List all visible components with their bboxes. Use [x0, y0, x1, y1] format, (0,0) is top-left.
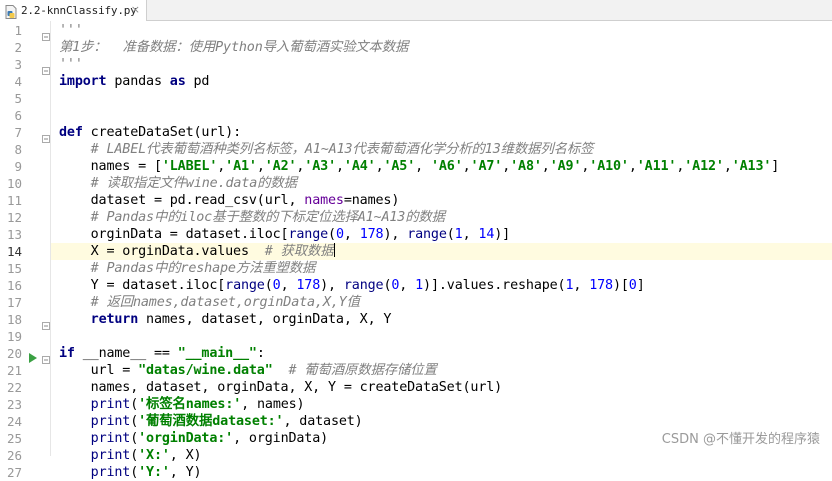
code-line-text: # 读取指定文件wine.data的数据 — [90, 176, 297, 191]
line-number: 3 — [14, 57, 22, 72]
line-number: 12 — [6, 210, 22, 225]
code-line[interactable]: dataset = pd.read_csv(url, names=names) — [51, 192, 832, 209]
code-line-text: # 返回names,dataset,orginData,X,Y值 — [90, 295, 360, 310]
code-line-text: names, dataset, orginData, X, Y = create… — [59, 380, 503, 395]
code-line[interactable]: ''' — [51, 22, 832, 39]
line-number: 17 — [6, 295, 22, 310]
code-line[interactable]: return names, dataset, orginData, X, Y — [51, 311, 832, 328]
code-line-text: url = "datas/wine.data" # 葡萄酒原数据存储位置 — [59, 363, 437, 378]
code-line[interactable]: print('Y:', Y) — [51, 464, 832, 481]
tab-filename: 2.2-knnClassify.py — [21, 4, 137, 17]
line-number: 21 — [6, 363, 22, 378]
code-line-text: 第1步： 准备数据：使用Python导入葡萄酒实验文本数据 — [59, 40, 409, 55]
code-line-text: # Pandas中的iloc基于整数的下标定位选择A1~A13的数据 — [90, 210, 445, 225]
code-line[interactable]: import pandas as pd — [51, 73, 832, 90]
code-line[interactable]: # 读取指定文件wine.data的数据 — [51, 175, 832, 192]
line-number-gutter[interactable]: 1 2 3 4 5 6 7 8 9 10 11 12 13 14 15 16 17 18 19 20 21 22 23 24 2… — [0, 21, 51, 480]
code-line-text: print('orginData:', orginData) — [90, 431, 329, 446]
line-number: 18 — [6, 312, 22, 327]
line-number: 2 — [14, 40, 22, 55]
code-line[interactable]: # LABEL代表葡萄酒种类列名标签，A1~A13代表葡萄酒化学分析的13维数据… — [51, 141, 832, 158]
code-line[interactable]: def createDataSet(url): — [51, 124, 832, 141]
line-number: 8 — [14, 142, 22, 157]
line-number: 27 — [6, 465, 22, 480]
code-line-text: return names, dataset, orginData, X, Y — [90, 312, 392, 327]
line-number: 19 — [6, 329, 22, 344]
editor-tab-knnclassify[interactable]: 2.2-knnClassify.py × — [0, 0, 147, 21]
code-line-text: def createDataSet(url): — [59, 125, 241, 140]
line-number: 10 — [6, 176, 22, 191]
code-line-text: print('Y:', Y) — [90, 465, 202, 480]
run-arrow-icon[interactable] — [28, 348, 38, 363]
code-line[interactable]: # Pandas中的reshape方法重塑数据 — [51, 260, 832, 277]
line-number: 1 — [14, 23, 22, 38]
code-line-text: dataset = pd.read_csv(url, names=names) — [59, 193, 400, 208]
line-number: 11 — [6, 193, 22, 208]
code-line-text: print('标签名names:', names) — [90, 397, 305, 412]
line-number: 7 — [14, 125, 22, 140]
watermark: CSDN @不懂开发的程序猿 — [661, 432, 820, 447]
editor-tab-bar: 2.2-knnClassify.py × — [0, 0, 832, 21]
code-line-text: names = ['LABEL','A1','A2','A3','A4','A5… — [59, 159, 780, 174]
code-line-text: orginData = dataset.iloc[range(0, 178), … — [59, 227, 511, 242]
line-number: 23 — [6, 397, 22, 412]
code-line[interactable]: names = ['LABEL','A1','A2','A3','A4','A5… — [51, 158, 832, 175]
code-line[interactable]: 第1步： 准备数据：使用Python导入葡萄酒实验文本数据 — [51, 39, 832, 56]
line-number: 25 — [6, 431, 22, 446]
line-number: 13 — [6, 227, 22, 242]
code-line-text: ''' — [59, 23, 83, 38]
code-line[interactable] — [51, 107, 832, 124]
code-line[interactable]: X = orginData.values # 获取数据 — [51, 243, 832, 260]
code-line[interactable]: ''' — [51, 56, 832, 73]
code-editor[interactable]: ''' 第1步： 准备数据：使用Python导入葡萄酒实验文本数据 ''' impor… — [51, 21, 832, 480]
code-line-text: if __name__ == "__main__": — [59, 346, 265, 361]
line-number: 22 — [6, 380, 22, 395]
line-number: 15 — [6, 261, 22, 276]
code-line-text: # LABEL代表葡萄酒种类列名标签，A1~A13代表葡萄酒化学分析的13维数据… — [90, 142, 594, 157]
line-number: 6 — [14, 108, 22, 123]
code-line[interactable]: print('标签名names:', names) — [51, 396, 832, 413]
line-number: 4 — [14, 74, 22, 89]
code-line-text: import pandas as pd — [59, 74, 210, 89]
code-line[interactable]: # Pandas中的iloc基于整数的下标定位选择A1~A13的数据 — [51, 209, 832, 226]
code-line[interactable]: if __name__ == "__main__": — [51, 345, 832, 362]
code-line[interactable]: orginData = dataset.iloc[range(0, 178), … — [51, 226, 832, 243]
code-line[interactable]: Y = dataset.iloc[range(0, 178), range(0,… — [51, 277, 832, 294]
code-line[interactable] — [51, 328, 832, 345]
code-line[interactable]: url = "datas/wine.data" # 葡萄酒原数据存储位置 — [51, 362, 832, 379]
code-line-text: ''' — [59, 57, 83, 72]
line-number: 5 — [14, 91, 22, 106]
line-number: 9 — [14, 159, 22, 174]
line-number: 14 — [6, 244, 22, 259]
code-line[interactable]: # 返回names,dataset,orginData,X,Y值 — [51, 294, 832, 311]
code-line[interactable]: names, dataset, orginData, X, Y = create… — [51, 379, 832, 396]
line-number: 24 — [6, 414, 22, 429]
line-number: 16 — [6, 278, 22, 293]
line-number: 20 — [6, 346, 22, 361]
code-line-text: X = orginData.values # 获取数据 — [59, 243, 335, 259]
code-line-text: print('葡萄酒数据dataset:', dataset) — [90, 414, 363, 429]
tab-close-icon[interactable]: × — [131, 3, 140, 16]
python-file-icon — [5, 4, 17, 19]
code-line-text: Y = dataset.iloc[range(0, 178), range(0,… — [59, 278, 645, 293]
code-line[interactable] — [51, 90, 832, 107]
code-line-text: # Pandas中的reshape方法重塑数据 — [90, 261, 316, 276]
